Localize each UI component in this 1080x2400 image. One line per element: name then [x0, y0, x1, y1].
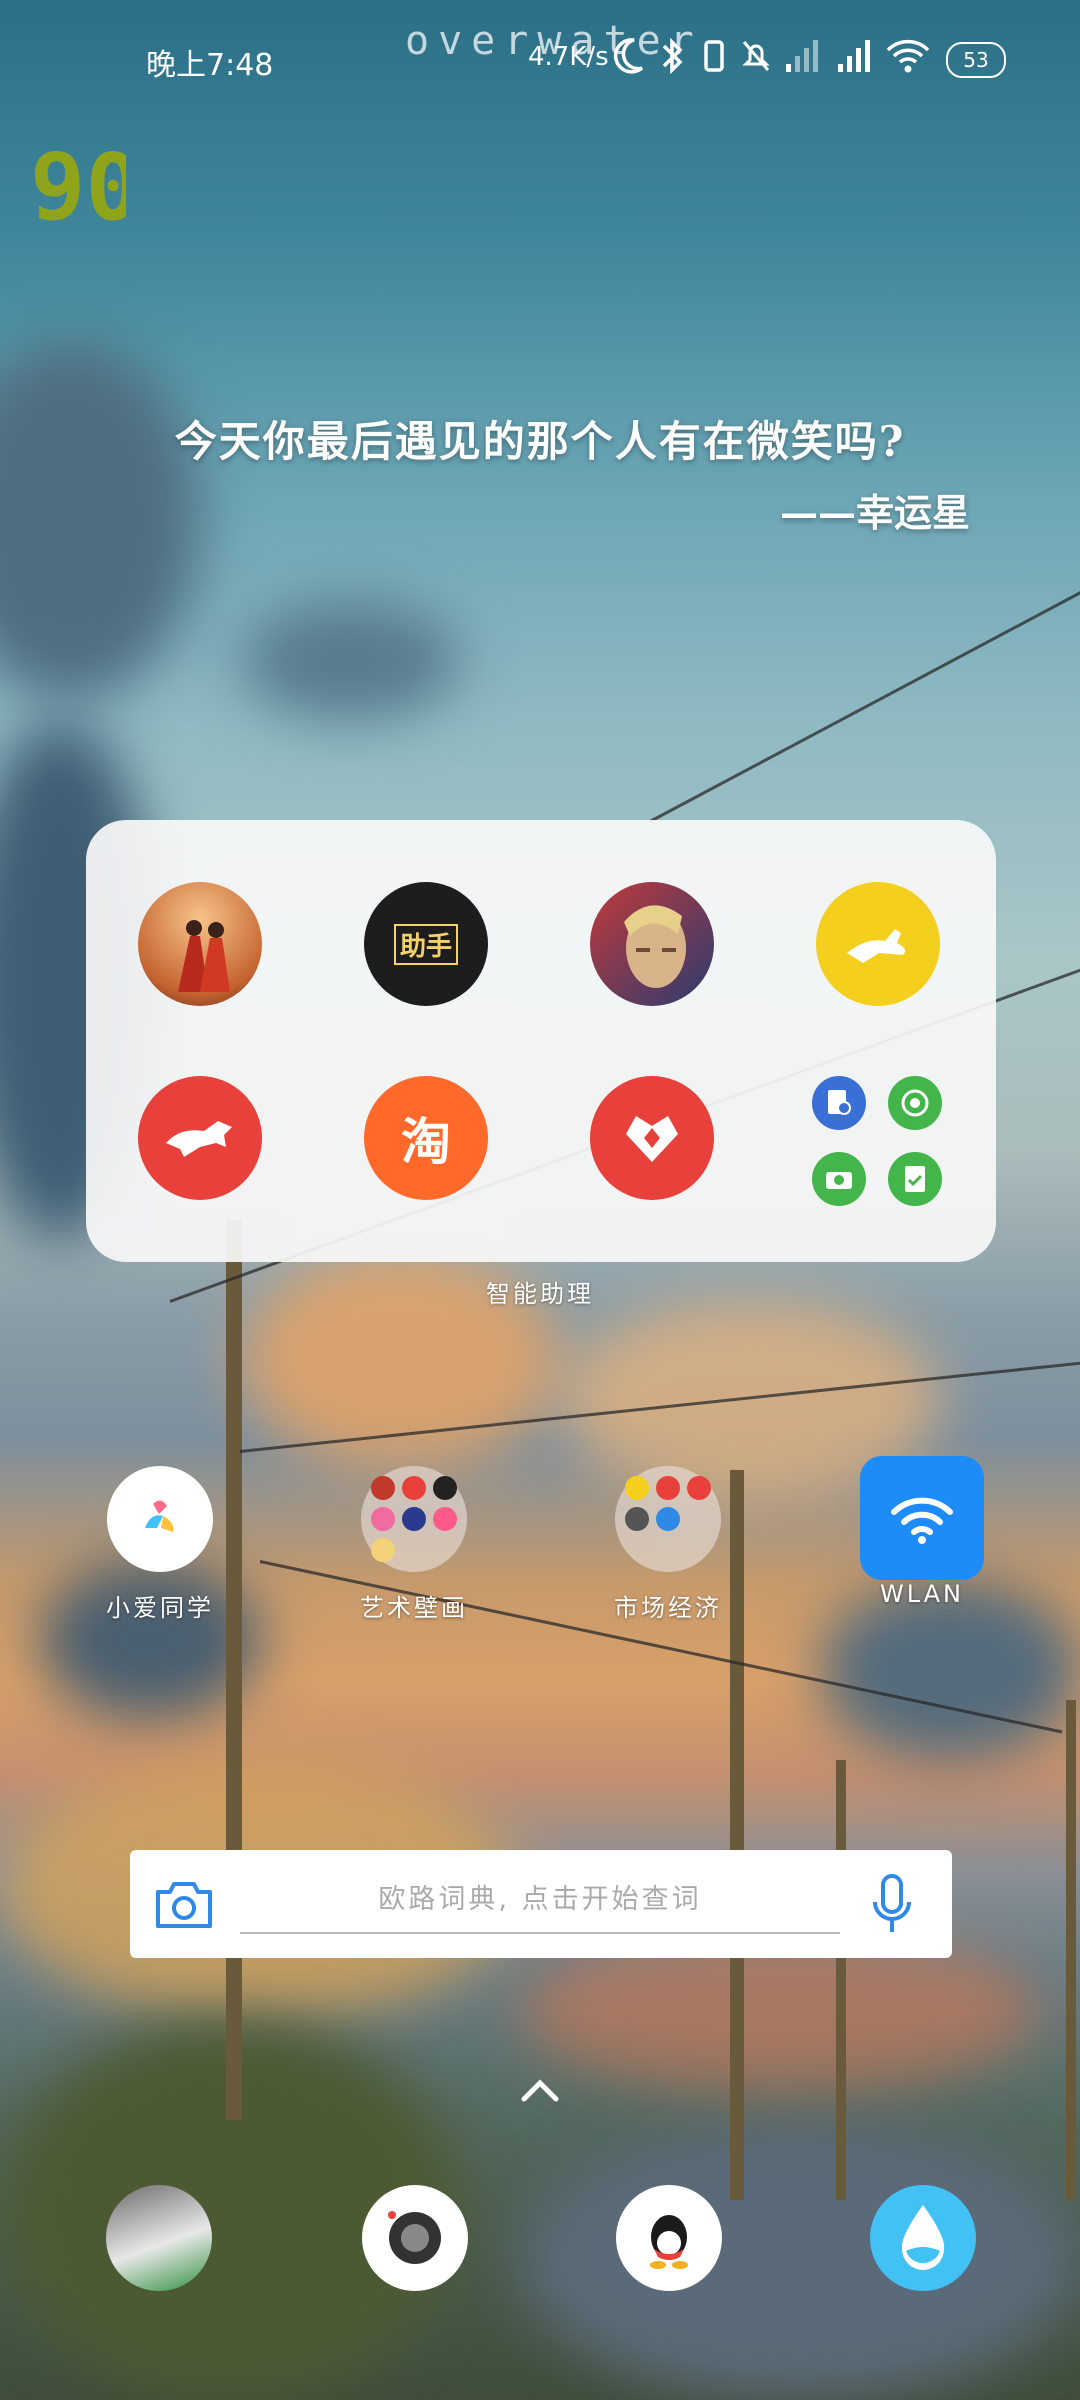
document-icon[interactable] [812, 1076, 866, 1130]
status-time: 晚上7:48 [146, 48, 274, 83]
taobao-icon-text: 淘 [401, 1113, 451, 1171]
app-folder[interactable]: 助手 淘 [86, 820, 996, 1262]
folder-icon [361, 1466, 467, 1572]
app-label: 艺术壁画 [360, 1594, 468, 1622]
app-label: 市场经济 [614, 1594, 722, 1622]
hero-game-icon[interactable] [590, 882, 714, 1006]
heart-gift-icon[interactable] [590, 1076, 714, 1200]
app-label: WLAN [879, 1580, 965, 1608]
app-drawer-arrow-icon[interactable] [520, 2075, 560, 2103]
kangaroo-icon[interactable] [816, 882, 940, 1006]
fps-badge: 90 [30, 145, 126, 225]
microphone-icon[interactable] [870, 1872, 914, 1936]
net-speed: 4.7K/s [528, 42, 609, 72]
water-drop-icon[interactable] [870, 2185, 976, 2291]
photo-icon[interactable] [106, 2185, 212, 2291]
bluetooth-icon [662, 37, 683, 75]
app-xiaoai[interactable]: 小爱同学 [80, 1466, 240, 1623]
mini-apps-group-icon[interactable] [808, 1072, 948, 1212]
aperture-icon[interactable] [888, 1076, 942, 1130]
wifi-icon [860, 1456, 984, 1580]
helper-icon-text: 助手 [393, 923, 458, 965]
camera-icon[interactable] [362, 2185, 468, 2291]
camera-icon[interactable] [812, 1152, 866, 1206]
app-folder-art[interactable]: 艺术壁画 [334, 1466, 494, 1623]
checklist-icon[interactable] [888, 1152, 942, 1206]
dictionary-search-widget[interactable]: 欧路词典, 点击开始查词 [130, 1850, 952, 1958]
app-folder-market[interactable]: 市场经济 [588, 1466, 748, 1623]
helper-icon[interactable]: 助手 [364, 882, 488, 1006]
status-bar: 晚上7:48 overwater 4.7K/s 53 [0, 0, 1080, 120]
signal-icon [786, 40, 818, 72]
xiaoai-icon [107, 1466, 213, 1572]
battery-icon: 53 [946, 42, 1006, 78]
running-animal-icon[interactable] [138, 1076, 262, 1200]
vibrate-icon [704, 40, 724, 72]
signal-icon [838, 40, 870, 72]
folder-label: 智能助理 [486, 1280, 594, 1308]
wifi-icon [886, 39, 930, 73]
search-input[interactable]: 欧路词典, 点击开始查词 [240, 1872, 840, 1934]
moon-icon [613, 38, 644, 74]
folder-icon [615, 1466, 721, 1572]
camera-icon[interactable] [154, 1880, 214, 1930]
mute-icon [742, 41, 770, 71]
app-wlan[interactable]: WLAN [842, 1456, 1002, 1608]
app-label: 小爱同学 [106, 1594, 214, 1622]
quote-text: 今天你最后遇见的那个人有在微笑吗? [174, 417, 906, 466]
qq-icon[interactable] [616, 2185, 722, 2291]
fps-badge-text: 90 [30, 145, 126, 225]
quote-author: ——幸运星 [779, 490, 970, 535]
battery-level: 53 [963, 48, 989, 72]
sky-game-icon[interactable] [138, 882, 262, 1006]
taobao-icon[interactable]: 淘 [364, 1076, 488, 1200]
